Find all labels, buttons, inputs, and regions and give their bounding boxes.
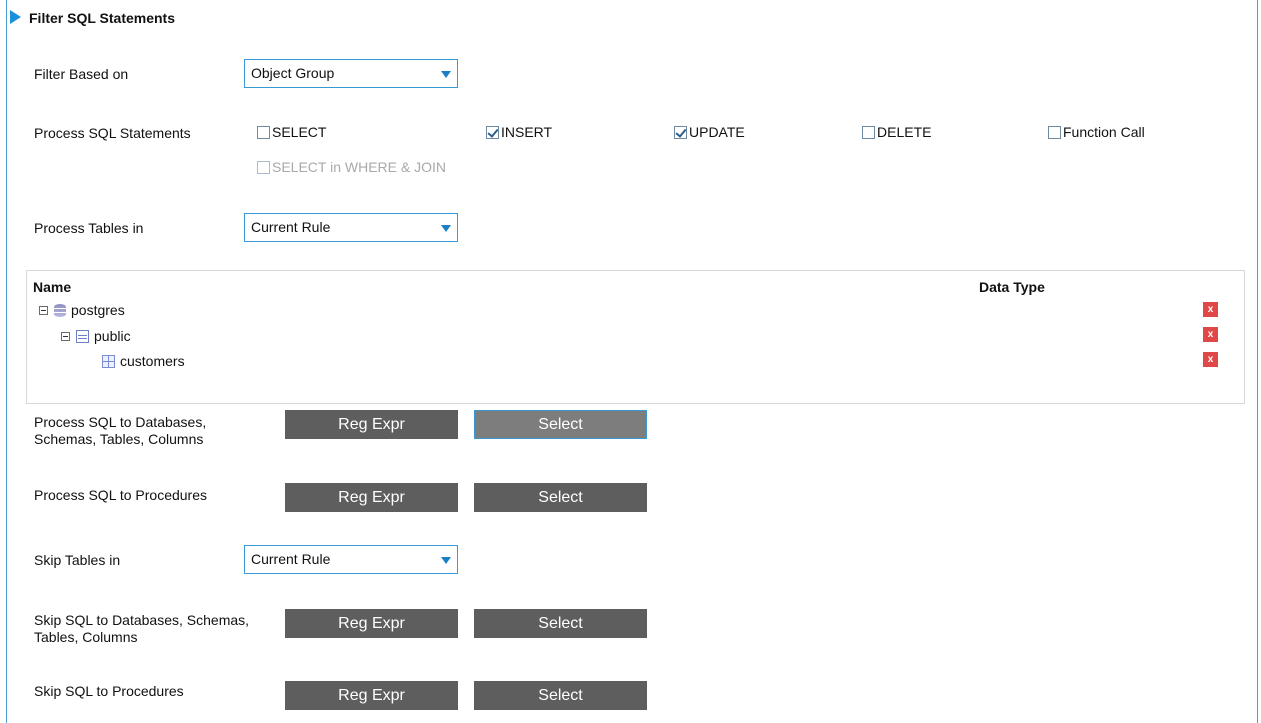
section-title: Filter SQL Statements bbox=[29, 10, 176, 26]
tree-node-label: customers bbox=[120, 353, 185, 369]
skip-databases-select-button[interactable]: Select bbox=[474, 609, 647, 638]
database-icon bbox=[54, 303, 66, 317]
collapse-icon[interactable] bbox=[61, 331, 70, 341]
table-icon bbox=[102, 354, 115, 368]
skip-tables-in-label: Skip Tables in bbox=[34, 552, 121, 568]
checkbox-icon bbox=[257, 160, 270, 174]
process-procedures-select-button[interactable]: Select bbox=[474, 483, 647, 512]
delete-schema-button[interactable]: x bbox=[1203, 327, 1218, 342]
process-sql-procedures-label: Process SQL to Procedures bbox=[34, 487, 208, 503]
tree-node-database[interactable]: postgres bbox=[39, 301, 125, 319]
skip-tables-in-value: Current Rule bbox=[251, 551, 331, 567]
collapse-icon[interactable] bbox=[39, 305, 48, 315]
checkbox-label: SELECT bbox=[272, 124, 327, 140]
column-header-data-type: Data Type bbox=[979, 279, 1045, 295]
checkbox-insert[interactable]: INSERT bbox=[486, 123, 552, 141]
checkbox-label: SELECT in WHERE & JOIN bbox=[272, 159, 447, 175]
tree-node-table[interactable]: customers bbox=[102, 352, 185, 370]
skip-sql-databases-label: Skip SQL to Databases, Schemas, Tables, … bbox=[34, 612, 250, 645]
process-tables-in-value: Current Rule bbox=[251, 219, 331, 235]
tree-node-schema[interactable]: public bbox=[61, 327, 131, 345]
process-databases-select-button[interactable]: Select bbox=[474, 410, 647, 439]
checkbox-checked-icon bbox=[486, 125, 499, 139]
skip-sql-procedures-label: Skip SQL to Procedures bbox=[34, 683, 184, 699]
process-tables-in-select[interactable]: Current Rule bbox=[244, 213, 458, 242]
checkbox-icon bbox=[1048, 125, 1061, 139]
skip-procedures-select-button[interactable]: Select bbox=[474, 681, 647, 710]
delete-database-button[interactable]: x bbox=[1203, 302, 1218, 317]
process-sql-databases-label: Process SQL to Databases, Schemas, Table… bbox=[34, 414, 207, 447]
checkbox-label: UPDATE bbox=[689, 124, 745, 140]
checkbox-select[interactable]: SELECT bbox=[257, 123, 326, 141]
checkbox-function-call[interactable]: Function Call bbox=[1048, 123, 1145, 141]
process-procedures-reg-expr-button[interactable]: Reg Expr bbox=[285, 483, 458, 512]
process-databases-reg-expr-button[interactable]: Reg Expr bbox=[285, 410, 458, 439]
checkbox-label: Function Call bbox=[1063, 124, 1145, 140]
checkbox-icon bbox=[257, 125, 270, 139]
checkbox-select-in-where-join: SELECT in WHERE & JOIN bbox=[257, 158, 446, 176]
checkbox-checked-icon bbox=[674, 125, 687, 139]
column-header-name: Name bbox=[33, 279, 72, 295]
checkbox-delete[interactable]: DELETE bbox=[862, 123, 931, 141]
skip-databases-reg-expr-button[interactable]: Reg Expr bbox=[285, 609, 458, 638]
filter-based-on-label: Filter Based on bbox=[34, 66, 129, 82]
dropdown-arrow-icon bbox=[441, 557, 451, 564]
dropdown-arrow-icon bbox=[441, 71, 451, 78]
object-tree: Name Data Type postgres public customers… bbox=[26, 270, 1245, 404]
checkbox-icon bbox=[862, 125, 875, 139]
process-sql-statements-label: Process SQL Statements bbox=[34, 125, 191, 141]
skip-procedures-reg-expr-button[interactable]: Reg Expr bbox=[285, 681, 458, 710]
schema-icon bbox=[76, 329, 89, 343]
dropdown-arrow-icon bbox=[441, 225, 451, 232]
tree-node-label: postgres bbox=[71, 302, 125, 318]
process-tables-in-label: Process Tables in bbox=[34, 220, 144, 236]
checkbox-update[interactable]: UPDATE bbox=[674, 123, 745, 141]
filter-based-on-value: Object Group bbox=[251, 65, 335, 81]
checkbox-label: INSERT bbox=[501, 124, 553, 140]
tree-node-label: public bbox=[94, 328, 131, 344]
delete-table-button[interactable]: x bbox=[1203, 352, 1218, 367]
filter-based-on-select[interactable]: Object Group bbox=[244, 59, 458, 88]
collapse-arrow-icon[interactable] bbox=[10, 10, 21, 24]
skip-tables-in-select[interactable]: Current Rule bbox=[244, 545, 458, 574]
checkbox-label: DELETE bbox=[877, 124, 932, 140]
